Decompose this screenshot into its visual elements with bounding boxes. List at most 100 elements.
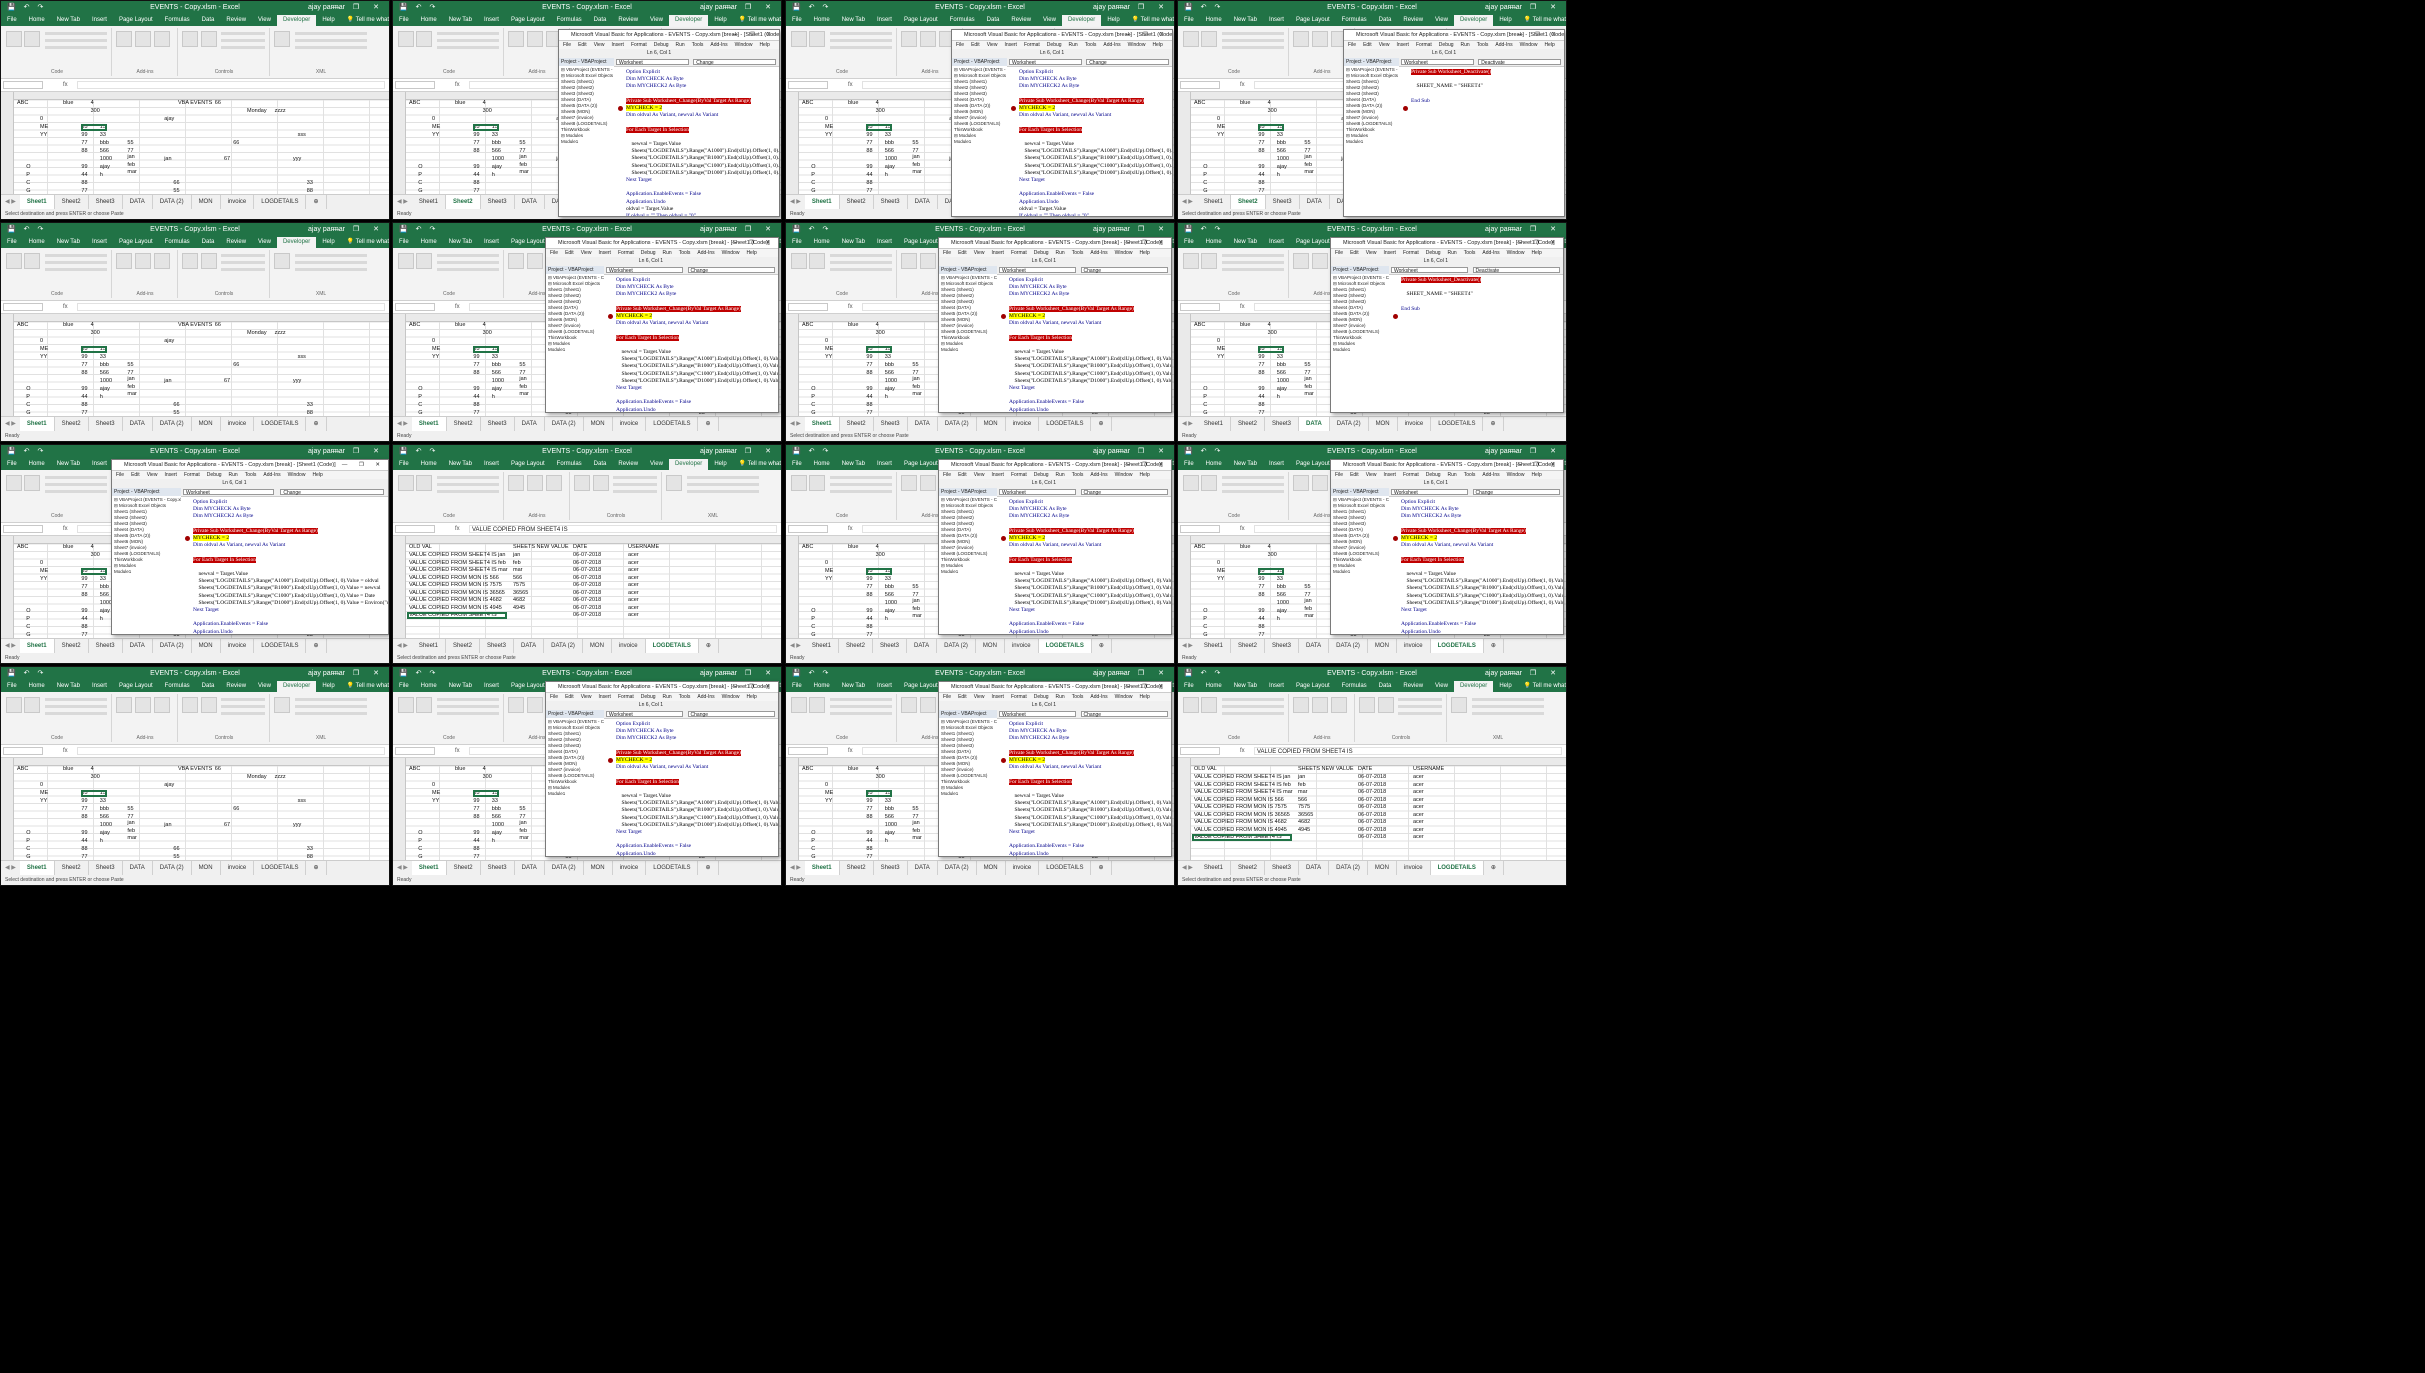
cell[interactable]: 88 <box>81 624 87 630</box>
ribbon-tab[interactable]: 💡 Tell me what you want to do <box>1518 15 1566 26</box>
ribbon-tab[interactable]: View <box>644 15 669 26</box>
sheet-nav-arrows[interactable]: ◀ ▶ <box>1 639 20 653</box>
cell[interactable]: VBA EVENTS <box>178 322 212 328</box>
cell[interactable]: C <box>1203 402 1207 408</box>
cell[interactable]: C <box>418 402 422 408</box>
vba-menu-item[interactable]: Run <box>1056 694 1065 700</box>
code-line[interactable]: MYCHECK = 2 <box>1009 757 1171 764</box>
project-tree[interactable]: ⊟ VBAProject (EVENTS - Copy.xlsm) ⊟ Micr… <box>1331 274 1408 354</box>
sheet-tab[interactable]: LOGDETAILS <box>1430 861 1484 875</box>
sheet-tab[interactable]: Sheet1 <box>19 195 55 209</box>
cell[interactable]: 566 <box>885 370 894 376</box>
vba-menu-item[interactable]: Format <box>184 472 200 478</box>
sheet-tab[interactable]: Sheet1 <box>1197 639 1231 653</box>
cell[interactable]: 88 <box>473 180 479 186</box>
map-properties-button[interactable] <box>687 476 759 479</box>
vba-menu-item[interactable]: Tools <box>1477 42 1489 48</box>
log-cell[interactable]: 06-07-2018 <box>1358 797 1386 803</box>
cell[interactable]: 55 <box>1304 140 1310 146</box>
cell[interactable]: 33 <box>307 846 313 852</box>
sheet-tab[interactable]: DATA (2) <box>153 861 192 875</box>
sheet-nav-arrows[interactable]: ◀ ▶ <box>1 861 20 875</box>
cell[interactable]: 88 <box>866 180 872 186</box>
code-line[interactable]: For Each Target In Selection <box>1019 126 1172 134</box>
cell[interactable]: 44 <box>866 616 872 622</box>
cell[interactable]: 1000 <box>885 156 897 162</box>
cell[interactable]: 0 <box>432 782 435 788</box>
name-box[interactable] <box>1180 303 1220 311</box>
code-line[interactable]: Application.EnableEvents = False <box>193 621 388 628</box>
code-line[interactable] <box>1009 327 1171 334</box>
code-line[interactable]: Application.Undo <box>1009 629 1171 634</box>
cell[interactable]: 566 <box>1277 148 1286 154</box>
add-ins-button[interactable] <box>508 475 524 491</box>
ribbon-tab[interactable]: Review <box>220 237 252 248</box>
sheet-tab[interactable]: Sheet1 <box>804 195 840 209</box>
vba-editor-window[interactable]: Microsoft Visual Basic for Applications … <box>545 237 779 413</box>
macro-security-button[interactable] <box>1222 712 1284 715</box>
sheet-tab[interactable]: MON <box>1369 417 1398 431</box>
vba-menu-item[interactable]: Debug <box>1034 250 1049 256</box>
cell[interactable]: O <box>1203 164 1207 170</box>
sheet-tab[interactable]: invoice <box>221 861 255 875</box>
ribbon-tab[interactable]: Data <box>1373 15 1398 26</box>
cell[interactable]: O <box>418 830 422 836</box>
project-tree-node[interactable]: Module1 <box>941 347 995 353</box>
vba-editor-window[interactable]: Microsoft Visual Basic for Applications … <box>938 681 1172 857</box>
excel-add-ins-button[interactable] <box>135 253 151 269</box>
log-cell[interactable]: 4945 <box>513 605 525 611</box>
cell[interactable]: 33 <box>100 354 106 360</box>
log-header[interactable]: USERNAME <box>628 544 659 550</box>
cell[interactable]: blue <box>63 544 73 550</box>
cell[interactable]: h <box>885 394 888 400</box>
cell[interactable]: 4 <box>1268 544 1271 550</box>
vba-menu-item[interactable]: Help <box>1139 694 1149 700</box>
ribbon-tab[interactable]: New Tab <box>443 681 478 692</box>
cell[interactable]: 4 <box>1268 100 1271 106</box>
ribbon-tab[interactable]: Page Layout <box>1290 459 1336 470</box>
log-cell[interactable]: acer <box>628 552 639 558</box>
vba-window-controls[interactable]: — ❐ ✕ <box>1517 460 1560 470</box>
cell[interactable]: 566 <box>885 148 894 154</box>
cell[interactable]: ME <box>432 346 440 352</box>
name-box[interactable] <box>3 81 43 89</box>
cell[interactable]: 33 <box>492 798 498 804</box>
cell[interactable]: 99 <box>1258 608 1264 614</box>
cell[interactable]: 55 <box>127 362 133 368</box>
vba-menu-item[interactable]: Edit <box>958 250 967 256</box>
insert-control-button[interactable] <box>1359 697 1375 713</box>
cell[interactable]: 88 <box>866 402 872 408</box>
cell[interactable]: 1000 <box>1277 378 1289 384</box>
code-line[interactable] <box>1401 299 1563 306</box>
cell[interactable]: 4 <box>91 766 94 772</box>
cell[interactable]: ABC <box>802 322 813 328</box>
com-add-ins-button[interactable] <box>154 31 170 47</box>
log-cell[interactable]: 06-07-2018 <box>573 612 601 618</box>
cell[interactable]: ajay <box>492 830 502 836</box>
add-ins-button[interactable] <box>901 253 917 269</box>
ribbon-tab[interactable]: New Tab <box>1228 681 1263 692</box>
project-tree-node[interactable]: Module1 <box>1333 569 1387 575</box>
cell[interactable]: 4 <box>91 100 94 106</box>
ribbon-tab[interactable]: File <box>393 237 415 248</box>
properties-button[interactable] <box>613 476 657 479</box>
sheet-tab[interactable]: DATA <box>123 417 153 431</box>
cell[interactable]: 99 <box>473 798 479 804</box>
worksheet-grid[interactable]: ABCblue4VBA EVENTS66300Mondayzzzz0ajayME… <box>1 314 389 440</box>
code-line[interactable]: Dim oldval As Variant, newval As Variant <box>1401 542 1563 549</box>
code-line[interactable] <box>616 392 778 399</box>
cell[interactable]: bbb <box>492 140 501 146</box>
log-cell[interactable]: acer <box>628 605 639 611</box>
ribbon-tab[interactable]: File <box>1178 459 1200 470</box>
cell[interactable]: C <box>26 624 30 630</box>
cell[interactable]: 99 <box>81 386 87 392</box>
code-line[interactable]: End Sub <box>1411 98 1564 105</box>
cell[interactable]: 0 <box>825 782 828 788</box>
cell[interactable]: zzzz <box>275 774 286 780</box>
column-headers[interactable] <box>1 314 389 322</box>
log-cell[interactable]: acer <box>1413 804 1424 810</box>
macro-security-button[interactable] <box>45 490 107 493</box>
project-tree[interactable]: ⊟ VBAProject (EVENTS - Copy.xlsm) ⊟ Micr… <box>1344 66 1421 146</box>
cell[interactable]: ABC <box>17 766 28 772</box>
cell[interactable]: 66 <box>233 806 239 812</box>
